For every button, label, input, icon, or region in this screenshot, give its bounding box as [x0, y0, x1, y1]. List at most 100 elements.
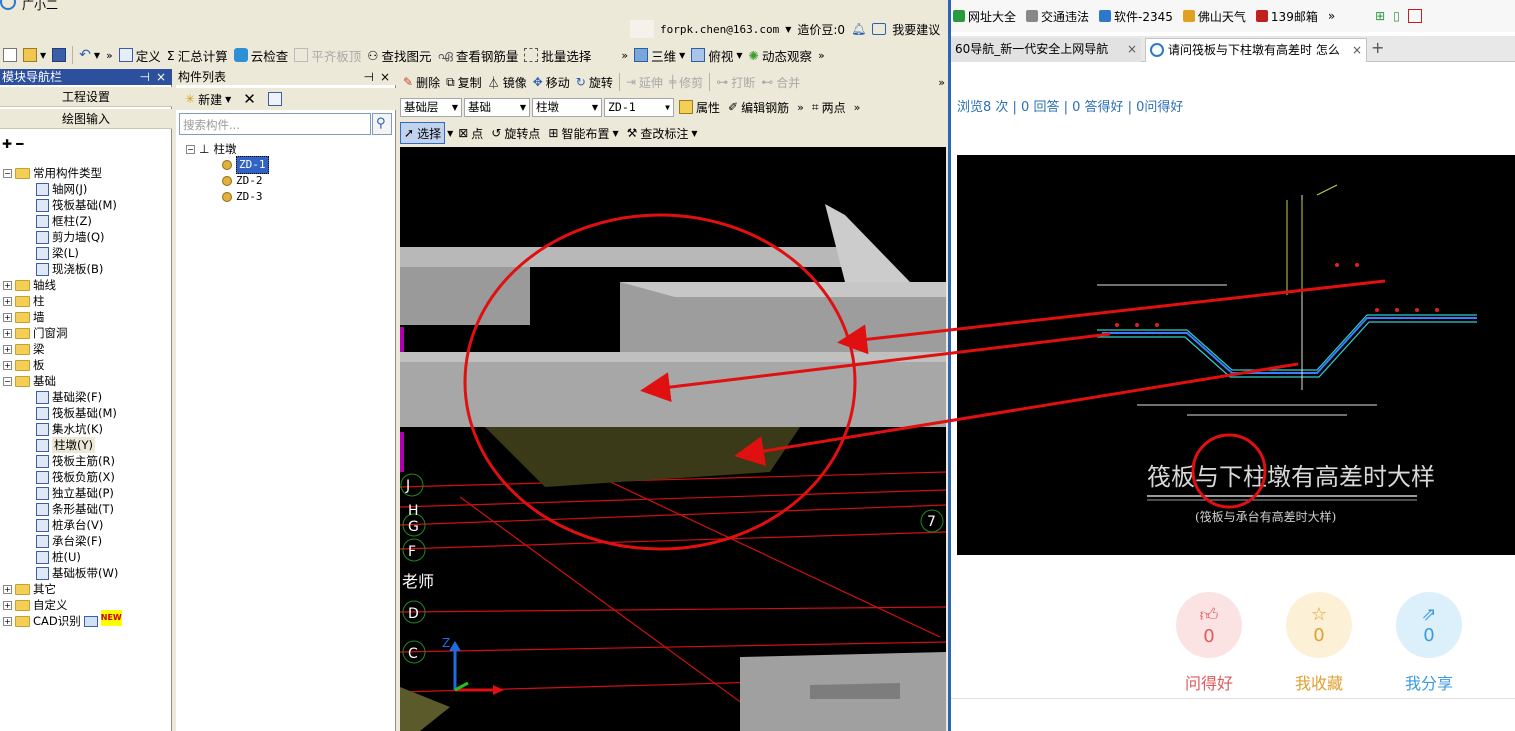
tab-question-page[interactable]: 请问筏板与下柱墩有高差时 怎么 × — [1145, 38, 1367, 62]
close-icon[interactable]: × — [1352, 39, 1362, 61]
expand-icon[interactable]: + — [3, 328, 12, 338]
delete-component-button[interactable]: ✕ — [240, 88, 259, 110]
tab-draw-input[interactable]: 绘图输入 — [0, 109, 172, 129]
view-3d-button[interactable]: 三维 ▼ — [631, 44, 688, 66]
component-tree-root[interactable]: − ⊥ 柱墩 — [186, 141, 236, 157]
tree-folder[interactable]: + 轴线 — [3, 277, 56, 293]
tree-item[interactable]: 承台梁(F) — [36, 533, 102, 549]
close-icon[interactable]: × — [1127, 38, 1137, 60]
bell-icon[interactable]: 🔔︎ — [851, 22, 866, 36]
tree-folder[interactable]: + 自定义 — [3, 597, 68, 613]
floor-select[interactable]: 基础层 ▼ — [400, 97, 462, 117]
select-button[interactable]: ➚ 选择 — [400, 122, 446, 144]
tree-folder[interactable]: + CAD识别 NEW — [3, 610, 122, 629]
expand-icon[interactable]: + — [3, 616, 12, 626]
collapse-icon[interactable]: − — [3, 376, 12, 386]
tree-item[interactable]: 条形基础(T) — [36, 501, 114, 517]
feedback-link[interactable]: 我要建议 — [892, 21, 940, 38]
chevron-down-icon[interactable]: ▼ — [785, 25, 791, 34]
tree-item[interactable]: 现浇板(B) — [36, 261, 103, 277]
open-file-button[interactable]: ▼ — [20, 44, 49, 66]
cloud-check-button[interactable]: 云检查 — [231, 44, 292, 66]
merge-button[interactable]: ⊷ 合并 — [758, 71, 803, 93]
bookmarks-overflow[interactable]: » — [1328, 9, 1335, 23]
toolbar-overflow[interactable]: » — [103, 44, 116, 66]
tree-folder[interactable]: + 门窗洞 — [3, 325, 68, 341]
tree-item[interactable]: 基础梁(F) — [36, 389, 102, 405]
component-item[interactable]: ZD-2 — [222, 173, 263, 189]
3d-viewport[interactable]: J H G F D C 7 老师 Z — [400, 147, 946, 731]
tree-folder[interactable]: − 常用构件类型 — [3, 165, 102, 181]
top-view-button[interactable]: 俯视 ▼ — [688, 44, 745, 66]
component-item[interactable]: ZD-1 — [222, 156, 269, 174]
batch-select-button[interactable]: 批量选择 — [521, 44, 594, 66]
rotate-point-button[interactable]: ↺ 旋转点 — [488, 122, 543, 144]
tree-item[interactable]: 梁(L) — [36, 245, 79, 261]
pin-icon[interactable]: ⊣ — [140, 69, 150, 85]
mirror-button[interactable]: ⏃ 镜像 — [485, 71, 530, 93]
reader-icon[interactable]: ▯ — [1393, 9, 1400, 23]
level-slab-button[interactable]: 平齐板顶 — [291, 44, 364, 66]
account-email[interactable]: forpk.chen@163.com — [660, 23, 779, 36]
tree-folder[interactable]: − 基础 — [3, 373, 56, 389]
expand-icon[interactable]: + — [3, 312, 12, 322]
type-select[interactable]: 柱墩 ▼ — [532, 97, 602, 117]
toolbar-overflow-3[interactable]: » — [815, 44, 828, 66]
bookmark-item[interactable]: 佛山天气 — [1182, 8, 1246, 25]
collapse-icon[interactable]: − — [186, 144, 195, 154]
expand-icon[interactable]: + — [3, 600, 12, 610]
tree-item[interactable]: 筏板负筋(X) — [36, 469, 115, 485]
category-select[interactable]: 基础 ▼ — [464, 97, 530, 117]
tree-item[interactable]: 集水坑(K) — [36, 421, 103, 437]
component-select[interactable]: ZD-1 ▼ — [604, 97, 674, 117]
tree-item[interactable]: 框柱(Z) — [36, 213, 92, 229]
component-item[interactable]: ZD-3 — [222, 189, 263, 205]
copy-button[interactable]: ⧉ 复制 — [443, 71, 485, 93]
calc-button[interactable]: Σ 汇总计算 — [164, 44, 231, 66]
tree-item[interactable]: 筏板基础(M) — [36, 197, 117, 213]
two-points-button[interactable]: ⌗ 两点 — [809, 96, 849, 118]
tree-folder[interactable]: + 柱 — [3, 293, 45, 309]
action-thumbs-up[interactable]: 👍︎ 0 问得好 — [1174, 592, 1244, 694]
tree-item[interactable]: 剪力墙(Q) — [36, 229, 105, 245]
tree-item[interactable]: 桩承台(V) — [36, 517, 103, 533]
tree-item[interactable]: 轴网(J) — [36, 181, 87, 197]
collapse-all-icon[interactable]: ━ — [16, 137, 23, 151]
expand-icon[interactable]: + — [3, 584, 12, 594]
edit-rebar-button[interactable]: ✐ 编辑钢筋 — [725, 96, 792, 118]
dynamic-view-button[interactable]: ✺ 动态观察 — [745, 44, 815, 66]
copy-component-button[interactable] — [265, 88, 285, 110]
tree-item[interactable]: 基础板带(W) — [36, 565, 118, 581]
properties-button[interactable]: 属性 — [676, 96, 723, 118]
tree-item[interactable]: 柱墩(Y) — [36, 437, 95, 453]
tab-navigation-site[interactable]: 60导航_新一代安全上网导航 × — [951, 38, 1141, 62]
action-circle[interactable]: ⇗ 0 — [1396, 592, 1462, 658]
tree-folder[interactable]: + 墙 — [3, 309, 45, 325]
extend-button[interactable]: ⇥ 延伸 — [623, 71, 666, 93]
tree-folder[interactable]: + 其它 — [3, 581, 56, 597]
search-button[interactable]: ⚲ — [372, 113, 392, 135]
pin-icon[interactable]: ⊣ — [364, 69, 374, 85]
tree-folder[interactable]: + 梁 — [3, 341, 45, 357]
action-star[interactable]: ☆ 0 我收藏 — [1284, 592, 1354, 694]
rotate-button[interactable]: ↻ 旋转 — [573, 71, 616, 93]
tree-item[interactable]: 筏板主筋(R) — [36, 453, 115, 469]
pdf-icon[interactable] — [1407, 9, 1422, 23]
break-button[interactable]: ⊶ 打断 — [713, 71, 758, 93]
tab-project-settings[interactable]: 工程设置 — [0, 87, 172, 107]
new-component-button[interactable]: ✳ 新建 ▼ — [182, 88, 234, 110]
modify-label-button[interactable]: ⚒ 查改标注 ▼ — [624, 122, 701, 144]
expand-collapse-all[interactable]: ✚ ━ — [2, 137, 23, 151]
chevron-down-icon[interactable]: ▼ — [447, 129, 453, 138]
expand-icon[interactable]: + — [3, 344, 12, 354]
smart-layout-button[interactable]: ⊞ 智能布置 ▼ — [545, 122, 621, 144]
toolbar-overflow-5[interactable]: » — [794, 96, 807, 118]
feedback-icon[interactable] — [872, 23, 887, 35]
find-element-button[interactable]: ⚇ 查找图元 — [364, 44, 434, 66]
action-share[interactable]: ⇗ 0 我分享 — [1394, 592, 1464, 694]
save-button[interactable] — [49, 44, 69, 66]
tree-item[interactable]: 桩(U) — [36, 549, 81, 565]
trim-button[interactable]: ╪ 修剪 — [666, 71, 706, 93]
view-rebar-button[interactable]: ഏ 查看钢筋量 — [434, 44, 521, 66]
expand-icon[interactable]: + — [3, 360, 12, 370]
